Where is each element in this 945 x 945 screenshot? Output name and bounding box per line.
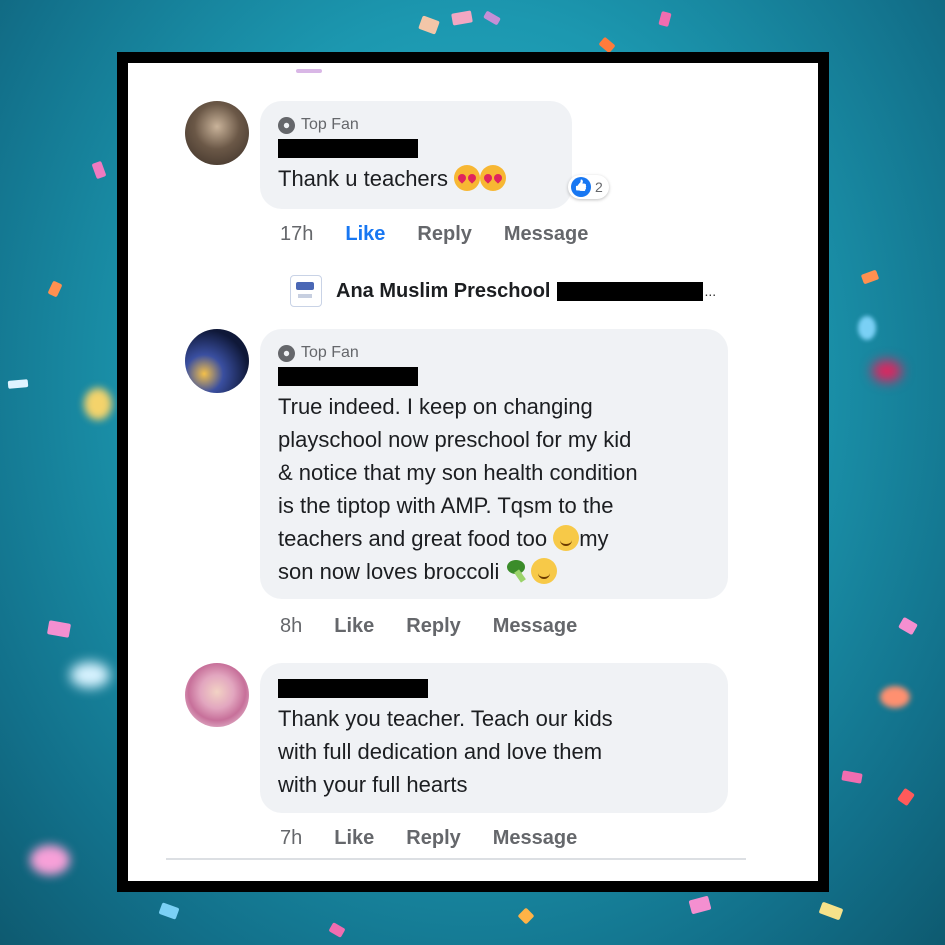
redacted-author-name bbox=[278, 679, 428, 698]
comments-card: Top Fan Thank u teachers 2 17h Like Repl… bbox=[117, 52, 829, 892]
comment-actions: 17h Like Reply Message bbox=[280, 223, 620, 246]
timestamp[interactable]: 8h bbox=[280, 615, 302, 638]
comment-line: with full dedication and love them bbox=[278, 739, 603, 764]
comment-line: teachers and great food too my bbox=[278, 522, 710, 555]
redacted-author-name bbox=[278, 139, 418, 158]
like-button[interactable]: Like bbox=[345, 223, 385, 246]
comment-line: son now loves broccoli bbox=[278, 555, 710, 588]
top-fan-badge-icon bbox=[278, 116, 295, 134]
comment-line-part: son now loves broccoli bbox=[278, 559, 500, 584]
comment-bubble: Top Fan True indeed. I keep on changing … bbox=[260, 329, 728, 599]
top-divider-stub bbox=[296, 69, 322, 73]
bottom-divider bbox=[166, 858, 746, 860]
reply-button[interactable]: Reply bbox=[406, 827, 460, 850]
top-fan-badge-icon bbox=[278, 344, 295, 362]
top-fan-badge: Top Fan bbox=[278, 115, 554, 135]
page-logo-icon bbox=[290, 275, 322, 307]
avatar[interactable] bbox=[185, 101, 249, 165]
page-name[interactable]: Ana Muslim Preschool bbox=[336, 280, 551, 303]
comment-line: playschool now preschool for my kid bbox=[278, 427, 632, 452]
comment-line-part: my bbox=[579, 526, 609, 551]
reaction-count-badge[interactable]: 2 bbox=[568, 175, 609, 199]
smiling-emoji-icon bbox=[553, 525, 580, 551]
timestamp[interactable]: 17h bbox=[280, 223, 313, 246]
message-button[interactable]: Message bbox=[504, 223, 589, 246]
avatar[interactable] bbox=[185, 329, 249, 393]
timestamp[interactable]: 7h bbox=[280, 827, 302, 850]
page-reply-row[interactable]: Ana Muslim Preschool ... bbox=[290, 275, 716, 307]
broccoli-emoji-icon bbox=[505, 558, 531, 584]
top-fan-badge: Top Fan bbox=[278, 343, 710, 363]
message-button[interactable]: Message bbox=[493, 615, 578, 638]
comment-line-part: teachers and great food too bbox=[278, 526, 548, 551]
comment-bubble: Thank you teacher. Teach our kids with f… bbox=[260, 663, 728, 813]
like-reaction-icon bbox=[571, 177, 591, 197]
comment-text-content: Thank u teachers bbox=[278, 166, 448, 191]
reply-button[interactable]: Reply bbox=[417, 223, 471, 246]
badge-label: Top Fan bbox=[301, 116, 359, 133]
redacted-reply-text bbox=[556, 281, 703, 301]
badge-label: Top Fan bbox=[301, 344, 359, 361]
redacted-author-name bbox=[278, 367, 418, 386]
smiling-emoji-icon bbox=[531, 558, 558, 584]
comment-line: Thank you teacher. Teach our kids bbox=[278, 706, 613, 731]
avatar[interactable] bbox=[185, 663, 249, 727]
reaction-count: 2 bbox=[595, 179, 603, 195]
like-button[interactable]: Like bbox=[334, 827, 374, 850]
reply-button[interactable]: Reply bbox=[406, 615, 460, 638]
comment-line: is the tiptop with AMP. Tqsm to the bbox=[278, 493, 614, 518]
comment-line: True indeed. I keep on changing bbox=[278, 394, 593, 419]
comment-line: with your full hearts bbox=[278, 772, 468, 797]
comment-bubble: Top Fan Thank u teachers bbox=[260, 101, 572, 209]
comment-text: True indeed. I keep on changing playscho… bbox=[278, 390, 710, 588]
message-button[interactable]: Message bbox=[493, 827, 578, 850]
ellipsis: ... bbox=[704, 283, 717, 299]
smiling-hearts-emoji-icon bbox=[454, 165, 481, 191]
comment-actions: 8h Like Reply Message bbox=[280, 615, 609, 638]
comment-actions: 7h Like Reply Message bbox=[280, 827, 609, 850]
comment-text: Thank u teachers bbox=[278, 162, 554, 195]
like-button[interactable]: Like bbox=[334, 615, 374, 638]
comment-text: Thank you teacher. Teach our kids with f… bbox=[278, 702, 710, 801]
comment-line: & notice that my son health condition bbox=[278, 460, 638, 485]
smiling-hearts-emoji-icon bbox=[480, 165, 507, 191]
